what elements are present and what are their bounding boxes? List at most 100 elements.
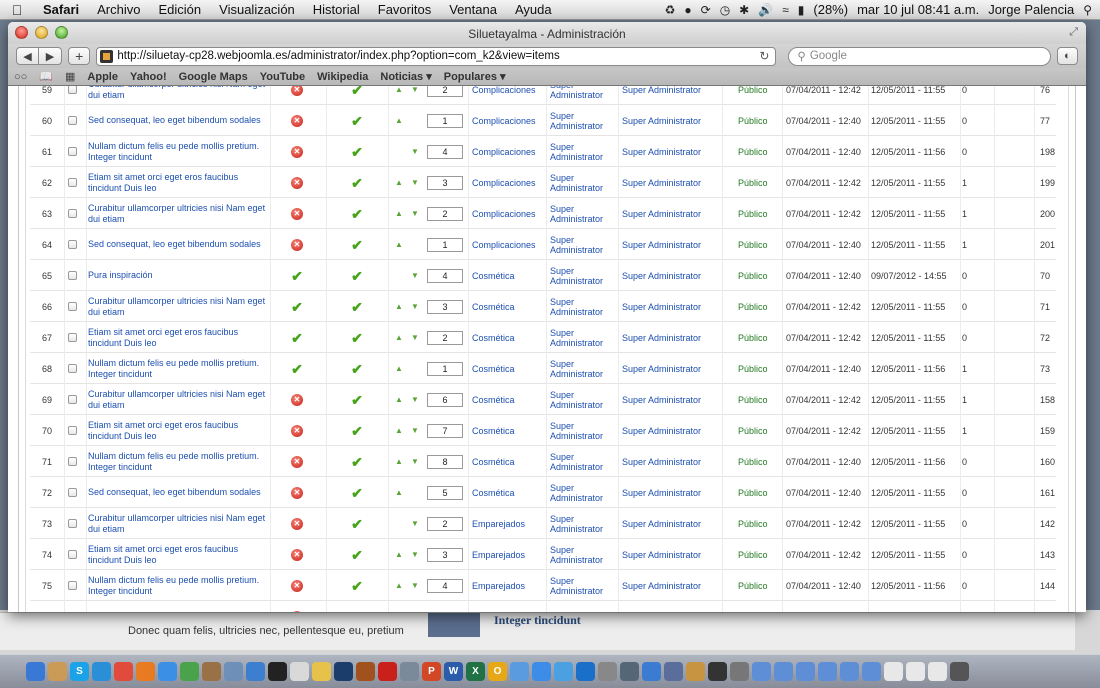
row-checkbox[interactable] bbox=[68, 570, 82, 601]
featured-check-icon[interactable]: ✔ bbox=[351, 331, 363, 345]
transfer-icon[interactable] bbox=[664, 662, 683, 681]
featured-check-icon[interactable]: ✔ bbox=[351, 486, 363, 500]
item-title-link[interactable]: Curabitur ullamcorper ultricies nisi Nam… bbox=[88, 86, 266, 105]
checkbox-box[interactable] bbox=[68, 240, 77, 249]
downloads-folder-icon[interactable] bbox=[642, 662, 661, 681]
row-checkbox[interactable] bbox=[68, 477, 82, 508]
finder-icon[interactable] bbox=[26, 662, 45, 681]
order-value[interactable]: 8 bbox=[427, 454, 463, 469]
wifi-icon[interactable]: ≈ bbox=[782, 3, 789, 17]
featured-check-icon[interactable]: ✔ bbox=[351, 424, 363, 438]
author-link[interactable]: Super Administrator bbox=[550, 446, 616, 477]
access-level[interactable]: Público bbox=[738, 477, 782, 508]
battery-icon[interactable]: ▮ bbox=[798, 3, 805, 17]
modified-by-link[interactable]: Super Administrator bbox=[622, 384, 722, 415]
access-level[interactable]: Público bbox=[738, 446, 782, 477]
powerpoint-icon[interactable]: P bbox=[422, 662, 441, 681]
address-bar[interactable]: http://siluetay-cp28.webjoomla.es/admini… bbox=[96, 46, 777, 66]
bookmark-populares[interactable]: Populares ▾ bbox=[444, 70, 506, 83]
category-link[interactable]: Complicaciones bbox=[472, 198, 544, 229]
category-link[interactable]: Emparejados bbox=[472, 570, 544, 601]
access-level[interactable]: Público bbox=[738, 353, 782, 384]
published-toggle[interactable]: ✔ bbox=[288, 260, 306, 291]
menu-favoritos[interactable]: Favoritos bbox=[369, 2, 440, 17]
unpublished-x-icon[interactable]: ✕ bbox=[291, 207, 303, 220]
package-icon[interactable] bbox=[686, 662, 705, 681]
checkbox-box[interactable] bbox=[68, 426, 77, 435]
unpublished-x-icon[interactable]: ✕ bbox=[291, 393, 303, 406]
published-toggle[interactable]: ✕ bbox=[288, 86, 306, 105]
unpublished-x-icon[interactable]: ✕ bbox=[291, 486, 303, 499]
checkbox-box[interactable] bbox=[68, 147, 77, 156]
user-name[interactable]: Jorge Palencia bbox=[988, 2, 1074, 17]
author-link[interactable]: Super Administrator bbox=[550, 508, 616, 539]
modified-by-link[interactable]: Super Administrator bbox=[622, 353, 722, 384]
folder-6-icon[interactable] bbox=[862, 662, 881, 681]
checkbox-box[interactable] bbox=[68, 550, 77, 559]
illustrator-icon[interactable] bbox=[356, 662, 375, 681]
order-up-arrow-icon[interactable]: ▲ bbox=[392, 539, 406, 570]
item-title-link[interactable]: Pura inspiración bbox=[88, 260, 266, 291]
search-field[interactable]: ⚲ Google bbox=[788, 46, 1051, 66]
forward-button[interactable]: ▶ bbox=[39, 47, 62, 65]
order-up-arrow-icon[interactable]: ▲ bbox=[392, 291, 406, 322]
category-link[interactable]: Cosmética bbox=[472, 322, 544, 353]
window-titlebar[interactable]: Siluetayalma - Administración ⤢ bbox=[8, 22, 1086, 44]
order-up-arrow-icon[interactable]: ▲ bbox=[392, 353, 406, 384]
order-value[interactable]: 2 bbox=[427, 516, 463, 531]
published-toggle[interactable]: ✕ bbox=[288, 446, 306, 477]
modified-by-link[interactable]: Super Administrator bbox=[622, 198, 722, 229]
outlook-icon[interactable]: O bbox=[488, 662, 507, 681]
access-level[interactable]: Público bbox=[738, 570, 782, 601]
skype-icon[interactable]: S bbox=[70, 662, 89, 681]
featured-check-icon[interactable]: ✔ bbox=[351, 145, 363, 159]
modified-by-link[interactable]: Super Administrator bbox=[622, 508, 722, 539]
modified-by-link[interactable]: Super Administrator bbox=[622, 105, 722, 136]
featured-toggle[interactable]: ✔ bbox=[348, 322, 366, 353]
featured-toggle[interactable]: ✔ bbox=[348, 136, 366, 167]
top-sites-grid-icon[interactable]: ▦ bbox=[65, 70, 75, 83]
author-link[interactable]: Super Administrator bbox=[550, 167, 616, 198]
featured-check-icon[interactable]: ✔ bbox=[351, 207, 363, 221]
acrobat-icon[interactable] bbox=[378, 662, 397, 681]
order-down-arrow-icon[interactable]: ▼ bbox=[408, 384, 422, 415]
row-checkbox[interactable] bbox=[68, 291, 82, 322]
order-input[interactable]: 2 bbox=[427, 322, 463, 353]
facetime-icon[interactable] bbox=[180, 662, 199, 681]
checkbox-box[interactable] bbox=[68, 519, 77, 528]
author-link[interactable]: Super Administrator bbox=[550, 86, 616, 105]
order-down-arrow-icon[interactable]: ▼ bbox=[408, 415, 422, 446]
photoshop-icon[interactable] bbox=[334, 662, 353, 681]
spotlight-search-icon[interactable]: ⚲ bbox=[1083, 3, 1092, 17]
trash-icon[interactable] bbox=[950, 662, 969, 681]
modified-by-link[interactable]: Super Administrator bbox=[622, 446, 722, 477]
published-toggle[interactable]: ✕ bbox=[288, 539, 306, 570]
item-title-link[interactable]: Curabitur ullamcorper ultricies nisi Nam… bbox=[88, 508, 266, 539]
access-level[interactable] bbox=[738, 601, 782, 612]
order-down-arrow-icon[interactable]: ▼ bbox=[408, 198, 422, 229]
order-value[interactable]: 4 bbox=[427, 268, 463, 283]
apple-menu-icon[interactable]:  bbox=[0, 2, 34, 18]
order-value[interactable]: 3 bbox=[427, 299, 463, 314]
modified-by-link[interactable]: Super Administrator bbox=[622, 477, 722, 508]
author-link[interactable]: Super Administrator bbox=[550, 477, 616, 508]
checkbox-box[interactable] bbox=[68, 302, 77, 311]
row-checkbox[interactable] bbox=[68, 322, 82, 353]
calendar-icon[interactable] bbox=[290, 662, 309, 681]
utilities-icon[interactable] bbox=[620, 662, 639, 681]
row-checkbox[interactable] bbox=[68, 105, 82, 136]
featured-toggle[interactable]: ✔ bbox=[348, 446, 366, 477]
folder-4-icon[interactable] bbox=[818, 662, 837, 681]
menu-archivo[interactable]: Archivo bbox=[88, 2, 149, 17]
unpublished-x-icon[interactable]: ✕ bbox=[291, 517, 303, 530]
published-toggle[interactable]: ✔ bbox=[288, 353, 306, 384]
downloads-button[interactable]: ◐ bbox=[1056, 47, 1078, 65]
unpublished-x-icon[interactable]: ✕ bbox=[291, 86, 303, 96]
access-level[interactable]: Público bbox=[738, 508, 782, 539]
order-input[interactable]: 4 bbox=[427, 570, 463, 601]
featured-toggle[interactable]: ✔ bbox=[348, 229, 366, 260]
modified-by-link[interactable]: Super Administrator bbox=[622, 539, 722, 570]
author-link[interactable]: Super Administrator bbox=[550, 229, 616, 260]
row-checkbox[interactable] bbox=[68, 384, 82, 415]
order-value[interactable]: 2 bbox=[427, 330, 463, 345]
